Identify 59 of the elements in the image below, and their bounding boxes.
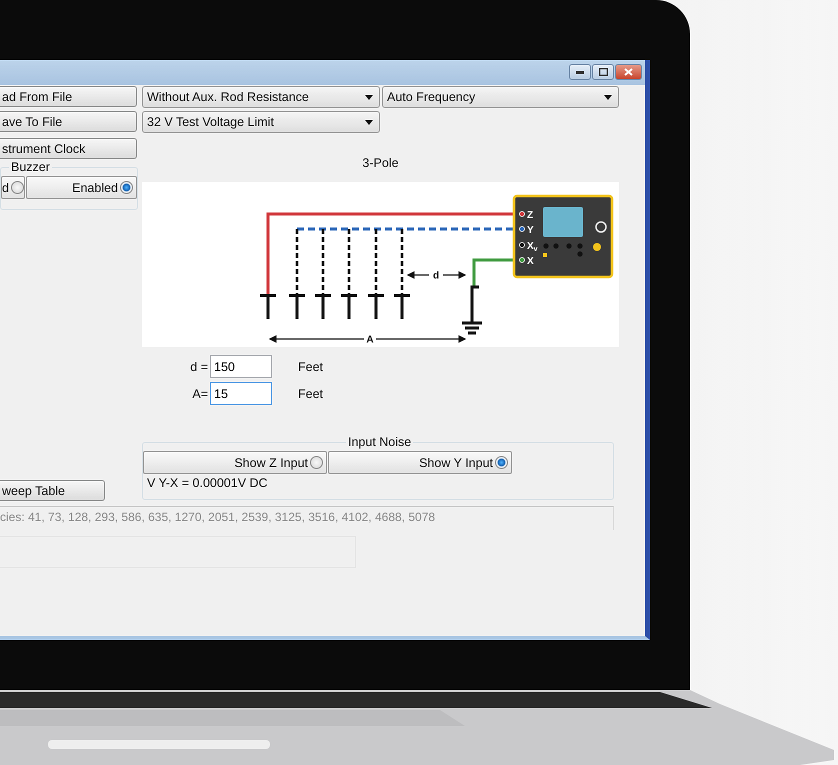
terminal-label: X$_{v}$ [527,241,538,253]
close-button[interactable] [615,64,642,80]
indicator-icon [543,253,547,257]
dropdown[interactable]: Without Aux. Rod Resistance [142,86,380,108]
dashed-lead [374,229,378,294]
toolbar-button[interactable]: strument Clock [0,138,137,159]
stake-drawing [258,292,278,320]
field-label: d = [189,360,209,374]
input-field[interactable]: 15 [210,382,272,405]
round-button-icon [593,243,601,251]
terminal-icon [519,226,525,232]
group-title: Input Noise [346,435,414,449]
field-label: A= [191,386,209,400]
radio-option[interactable]: Enabled [26,176,137,199]
knob-icon [595,221,607,233]
dropdown[interactable]: Auto Frequency [382,86,619,108]
maximize-icon [598,68,608,76]
frequency-list: cies: 41, 73, 128, 293, 586, 635, 1270, 2051, 2539, 3125, 3516, 4102, 4688, 5078 [0,506,614,530]
radio-option[interactable]: Show Z Input [143,451,327,474]
dashed-lead [348,229,350,294]
radio-option[interactable]: d [1,176,25,199]
sweep-table-button[interactable]: weep Table [0,480,105,501]
toolbar-button[interactable]: ad From File [0,86,137,107]
unit-label: Feet [298,386,324,400]
stake-drawing [392,292,412,320]
dropdown[interactable]: 32 V Test Voltage Limit [142,111,380,133]
terminal-label: X [527,256,534,267]
minimize-icon [576,70,584,74]
unit-label: Feet [298,360,324,374]
stake-drawing [366,292,386,320]
radio-option[interactable]: Show Y Input [328,451,512,474]
dimension-label: d [432,270,440,282]
dimension-label: A [366,334,374,346]
close-icon [624,68,633,76]
stake-drawing [314,292,332,320]
caret-icon [365,120,373,124]
minimize-button[interactable] [569,64,591,80]
caret-icon [365,94,373,100]
maximize-button[interactable] [592,64,614,80]
input-field[interactable]: 150 [210,355,272,378]
noise-reading: V Y-X = 0.00001V DC [146,475,269,490]
keypad-drawing [543,243,583,257]
terminal-icon [519,211,525,217]
group-title: Buzzer [9,160,52,174]
dashed-lead [296,229,298,294]
dashed-lead [400,229,404,294]
meter-screen [543,207,583,237]
terminal-icon [519,242,525,248]
diagram-title: 3-Pole [361,156,400,172]
terminal-label: Z [527,210,534,221]
stake-drawing [288,292,306,320]
terminal-label: Y [527,225,534,236]
caret-icon [604,94,612,100]
dashed-lead [322,229,324,294]
ground-drawing [460,286,484,334]
terminal-icon [519,257,525,263]
d-arrow [406,271,466,279]
toolbar-button[interactable]: ave To File [0,111,137,132]
stake-drawing [340,292,358,320]
